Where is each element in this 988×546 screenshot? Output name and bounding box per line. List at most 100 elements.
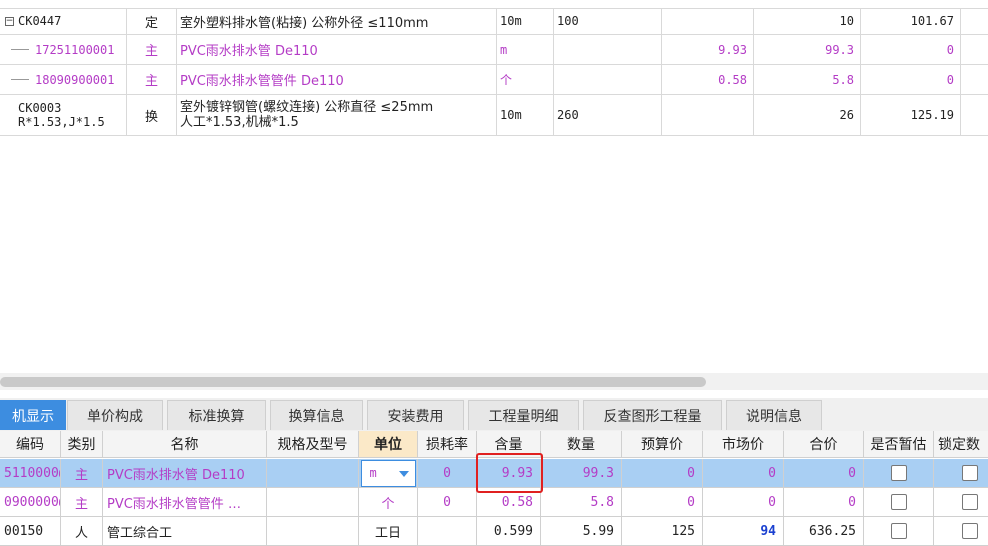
item-qty bbox=[554, 65, 662, 94]
item-type: 主 bbox=[127, 35, 177, 64]
unit-dropdown[interactable]: m bbox=[360, 459, 416, 487]
resource-loss[interactable]: 0 bbox=[418, 459, 477, 488]
tab-machine-display[interactable]: 机显示 bbox=[0, 400, 66, 430]
resource-name[interactable]: PVC雨水排水管 De110 bbox=[103, 459, 267, 488]
col-header-content[interactable]: 含量 bbox=[477, 431, 541, 458]
item-col10: 0 bbox=[861, 35, 961, 64]
item-type: 主 bbox=[127, 65, 177, 94]
table-row[interactable]: CK0003 R*1.53,J*1.5 换 室外镀锌钢管(螺纹连接) 公称直径 … bbox=[0, 95, 988, 136]
col-header-name[interactable]: 名称 bbox=[103, 431, 267, 458]
item-col9: 26 bbox=[754, 95, 861, 135]
tree-connector bbox=[11, 79, 29, 80]
resource-spec[interactable] bbox=[267, 517, 359, 546]
table-row[interactable]: 17251100001 主 PVC雨水排水管 De110 m 9.93 99.3… bbox=[0, 35, 988, 65]
lock-checkbox[interactable] bbox=[961, 494, 978, 510]
resource-total: 636.25 bbox=[784, 517, 864, 546]
resource-content[interactable]: 0.599 bbox=[477, 517, 541, 546]
provisional-checkbox[interactable] bbox=[890, 494, 907, 510]
resource-content[interactable]: 0.58 bbox=[477, 488, 541, 517]
tab-quantity-detail[interactable]: 工程量明细 bbox=[468, 400, 579, 430]
item-col8: 0.58 bbox=[662, 65, 754, 94]
resource-content[interactable]: 9.93 bbox=[477, 459, 541, 488]
col-header-loss[interactable]: 损耗率 bbox=[418, 431, 477, 458]
item-code: CK0003 bbox=[18, 101, 62, 115]
item-name-modifier: 人工*1.53,机械*1.5 bbox=[180, 115, 299, 130]
item-name: PVC雨水排水管 De110 bbox=[177, 35, 497, 64]
resource-budget-price[interactable]: 125 bbox=[622, 517, 703, 546]
provisional-checkbox[interactable] bbox=[890, 523, 907, 539]
item-unit: m bbox=[497, 35, 554, 64]
resource-unit[interactable]: 个 bbox=[359, 488, 418, 517]
scrollbar-thumb[interactable] bbox=[0, 377, 706, 387]
resource-code: 0900000@1 bbox=[0, 488, 61, 517]
item-col10: 125.19 bbox=[861, 95, 961, 135]
item-qty bbox=[554, 35, 662, 64]
col-header-type[interactable]: 类别 bbox=[61, 431, 103, 458]
unit-dropdown-value: m bbox=[369, 466, 377, 480]
chevron-down-icon[interactable] bbox=[398, 470, 409, 477]
tab-description[interactable]: 说明信息 bbox=[726, 400, 822, 430]
tab-unit-price[interactable]: 单价构成 bbox=[67, 400, 163, 430]
item-col8 bbox=[662, 8, 754, 34]
tab-conversion-info[interactable]: 换算信息 bbox=[270, 400, 363, 430]
item-unit: 个 bbox=[497, 65, 554, 94]
item-code-modifier: R*1.53,J*1.5 bbox=[18, 115, 105, 129]
col-header-provisional[interactable]: 是否暂估 bbox=[864, 431, 934, 458]
resource-spec[interactable] bbox=[267, 459, 359, 488]
resource-name[interactable]: 管工综合工 bbox=[103, 517, 267, 546]
lock-checkbox[interactable] bbox=[961, 523, 978, 539]
resource-total: 0 bbox=[784, 459, 864, 488]
item-col10: 0 bbox=[861, 65, 961, 94]
col-header-market[interactable]: 市场价 bbox=[703, 431, 784, 458]
resource-market-price[interactable]: 94 bbox=[703, 517, 784, 546]
item-qty: 100 bbox=[554, 8, 662, 34]
item-col8: 9.93 bbox=[662, 35, 754, 64]
resource-unit[interactable]: 工日 bbox=[359, 517, 418, 546]
provisional-checkbox[interactable] bbox=[890, 465, 907, 481]
resource-type: 主 bbox=[61, 488, 103, 517]
resource-loss[interactable] bbox=[418, 517, 477, 546]
resource-code: 5110000@1 bbox=[0, 459, 61, 488]
horizontal-scrollbar[interactable] bbox=[0, 373, 988, 390]
col-header-code[interactable]: 编码 bbox=[0, 431, 61, 458]
col-header-total[interactable]: 合价 bbox=[784, 431, 864, 458]
col-header-budget[interactable]: 预算价 bbox=[622, 431, 703, 458]
item-name: 室外镀锌钢管(螺纹连接) 公称直径 ≤25mm bbox=[180, 100, 434, 115]
item-col9: 5.8 bbox=[754, 65, 861, 94]
tab-reverse-lookup[interactable]: 反查图形工程量 bbox=[583, 400, 722, 430]
tab-installation-fees[interactable]: 安装费用 bbox=[367, 400, 464, 430]
item-type: 换 bbox=[127, 95, 177, 135]
table-row[interactable]: − CK0447 定 室外塑料排水管(粘接) 公称外径 ≤110mm 10m 1… bbox=[0, 8, 988, 35]
resource-market-price[interactable]: 0 bbox=[703, 459, 784, 488]
col-header-quantity[interactable]: 数量 bbox=[541, 431, 622, 458]
tree-connector bbox=[11, 49, 29, 50]
tab-standard-conversion[interactable]: 标准换算 bbox=[167, 400, 266, 430]
item-col9: 10 bbox=[754, 8, 861, 34]
resource-quantity: 99.3 bbox=[541, 459, 622, 488]
table-row[interactable]: 18090900001 主 PVC雨水排水管管件 De110 个 0.58 5.… bbox=[0, 65, 988, 95]
col-header-lock[interactable]: 锁定数 bbox=[934, 431, 988, 458]
item-col8 bbox=[662, 95, 754, 135]
item-qty: 260 bbox=[554, 95, 662, 135]
resource-quantity: 5.8 bbox=[541, 488, 622, 517]
resource-total: 0 bbox=[784, 488, 864, 517]
item-name: 室外塑料排水管(粘接) 公称外径 ≤110mm bbox=[177, 8, 497, 34]
item-col9: 99.3 bbox=[754, 35, 861, 64]
lock-checkbox[interactable] bbox=[961, 465, 978, 481]
resource-name[interactable]: PVC雨水排水管管件 … bbox=[103, 488, 267, 517]
resource-code: 00150 bbox=[0, 517, 61, 546]
item-name: PVC雨水排水管管件 De110 bbox=[177, 65, 497, 94]
detail-tabs: 机显示 单价构成 标准换算 换算信息 安装费用 工程量明细 反查图形工程量 说明… bbox=[0, 398, 988, 432]
resource-spec[interactable] bbox=[267, 488, 359, 517]
resource-budget-price[interactable]: 0 bbox=[622, 488, 703, 517]
resource-budget-price[interactable]: 0 bbox=[622, 459, 703, 488]
resource-quantity: 5.99 bbox=[541, 517, 622, 546]
quota-grid: − CK0447 定 室外塑料排水管(粘接) 公称外径 ≤110mm 10m 1… bbox=[0, 0, 988, 136]
resource-type: 主 bbox=[61, 459, 103, 488]
col-header-spec[interactable]: 规格及型号 bbox=[267, 431, 359, 458]
item-code: 18090900001 bbox=[35, 72, 115, 87]
col-header-unit[interactable]: 单位 bbox=[359, 431, 418, 458]
resource-market-price[interactable]: 0 bbox=[703, 488, 784, 517]
resource-loss[interactable]: 0 bbox=[418, 488, 477, 517]
collapse-icon[interactable]: − bbox=[5, 16, 14, 26]
